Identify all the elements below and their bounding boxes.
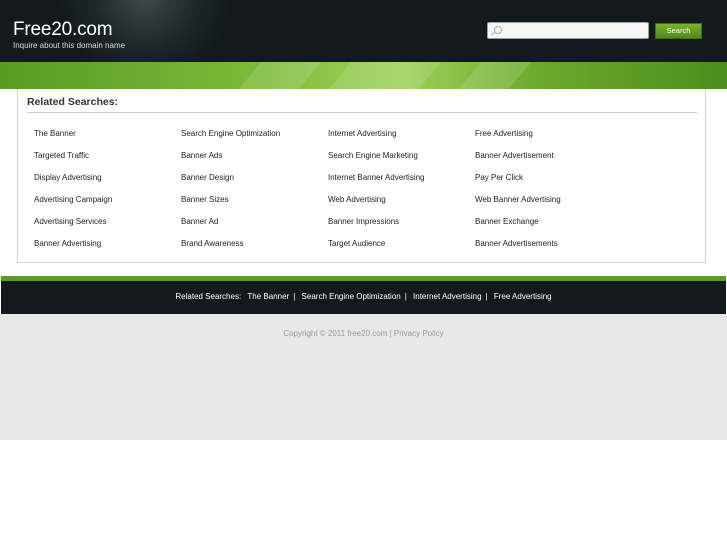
related-link[interactable]: Pay Per Click bbox=[475, 173, 523, 182]
footer-separator: | bbox=[293, 292, 296, 301]
site-header: Free20.com Inquire about this domain nam… bbox=[0, 0, 727, 62]
related-link[interactable]: Target Audience bbox=[328, 239, 385, 248]
site-title[interactable]: Free20.com bbox=[13, 19, 113, 41]
inquire-domain-link[interactable]: Inquire about this domain name bbox=[13, 41, 125, 50]
related-link[interactable]: Search Engine Marketing bbox=[328, 151, 418, 160]
copyright-line: Copyright © 2011 free20.com | Privacy Po… bbox=[0, 329, 727, 338]
related-link[interactable]: Internet Banner Advertising bbox=[328, 173, 425, 182]
footer-related-bar: Related Searches: The Banner | Search Eng… bbox=[1, 281, 726, 314]
related-link[interactable]: Free Advertising bbox=[475, 129, 533, 138]
related-searches-title: Related Searches: bbox=[27, 96, 119, 108]
footer-separator: | bbox=[389, 329, 392, 338]
related-searches-panel: Related Searches: The Banner Targeted Tr… bbox=[17, 89, 706, 263]
related-link[interactable]: Targeted Traffic bbox=[34, 151, 89, 160]
related-link[interactable]: Web Banner Advertising bbox=[475, 195, 561, 204]
footer-related-label: Related Searches: bbox=[175, 292, 242, 301]
banner-stripe bbox=[238, 62, 322, 89]
footer-link[interactable]: Free Advertising bbox=[494, 292, 552, 301]
related-link[interactable]: Banner Advertising bbox=[34, 239, 101, 248]
banner-stripe bbox=[458, 62, 532, 89]
footer-link[interactable]: The Banner bbox=[247, 292, 289, 301]
related-link[interactable]: Web Advertising bbox=[328, 195, 386, 204]
search-input[interactable] bbox=[487, 22, 649, 39]
footer-separator: | bbox=[485, 292, 488, 301]
search-icon bbox=[494, 26, 502, 34]
footer-link[interactable]: Search Engine Optimization bbox=[302, 292, 401, 301]
divider bbox=[27, 112, 697, 113]
related-link[interactable]: Banner Design bbox=[181, 173, 234, 182]
related-link[interactable]: Banner Ads bbox=[181, 151, 222, 160]
related-link[interactable]: Search Engine Optimization bbox=[181, 129, 280, 138]
green-banner bbox=[0, 62, 727, 89]
footer-link[interactable]: Internet Advertising bbox=[413, 292, 481, 301]
related-link[interactable]: Brand Awareness bbox=[181, 239, 244, 248]
related-link[interactable]: Advertising Campaign bbox=[34, 195, 112, 204]
privacy-policy-link[interactable]: Privacy Policy bbox=[394, 329, 444, 338]
copyright-text: Copyright © 2011 free20.com bbox=[283, 329, 388, 338]
search-button[interactable]: Search bbox=[655, 23, 702, 39]
related-link[interactable]: Advertising Services bbox=[34, 217, 106, 226]
related-link[interactable]: Banner Ad bbox=[181, 217, 218, 226]
related-link[interactable]: Banner Exchange bbox=[475, 217, 539, 226]
related-link[interactable]: Display Advertising bbox=[34, 173, 102, 182]
related-link[interactable]: Banner Advertisements bbox=[475, 239, 558, 248]
footer-separator: | bbox=[404, 292, 407, 301]
related-link[interactable]: The Banner bbox=[34, 129, 76, 138]
related-link[interactable]: Banner Sizes bbox=[181, 195, 229, 204]
footer-area: Copyright © 2011 free20.com | Privacy Po… bbox=[0, 314, 727, 440]
banner-stripe bbox=[328, 62, 442, 89]
related-link[interactable]: Banner Advertisement bbox=[475, 151, 554, 160]
related-link[interactable]: Internet Advertising bbox=[328, 129, 396, 138]
related-link[interactable]: Banner Impressions bbox=[328, 217, 399, 226]
